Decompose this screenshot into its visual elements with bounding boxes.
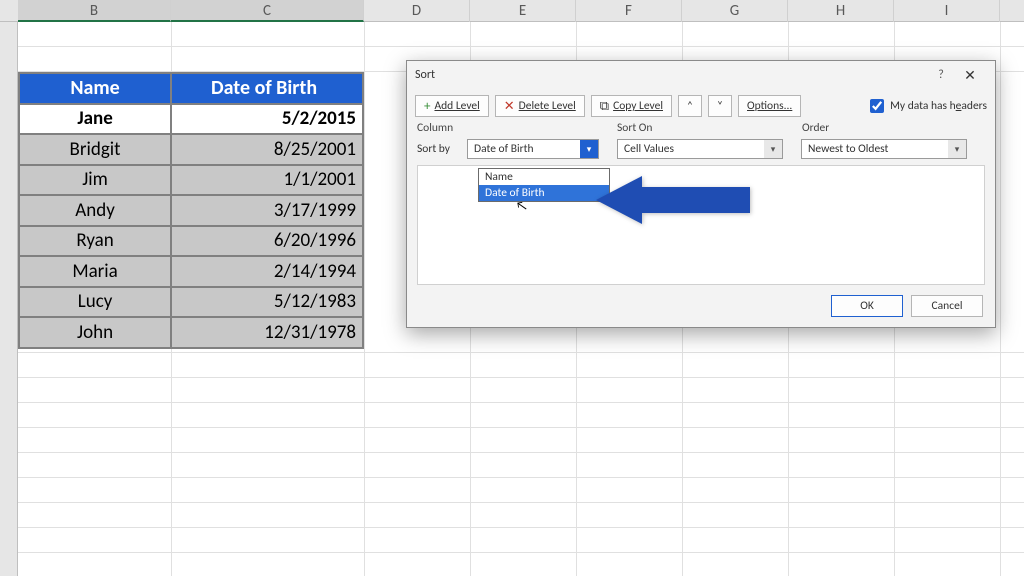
- table-row[interactable]: Lucy 5/12/1983: [19, 287, 363, 318]
- sort-on-value: Cell Values: [624, 142, 674, 156]
- options-button[interactable]: Options...: [738, 95, 801, 117]
- cell-dob[interactable]: 6/20/1996: [171, 226, 363, 257]
- dropdown-item-dob[interactable]: Date of Birth: [479, 185, 609, 201]
- dialog-buttons: OK Cancel: [831, 295, 983, 317]
- table-row[interactable]: Jim 1/1/2001: [19, 165, 363, 196]
- table-row[interactable]: Andy 3/17/1999: [19, 195, 363, 226]
- has-headers-checkbox[interactable]: My data has headers: [870, 99, 987, 113]
- sort-order-value: Newest to Oldest: [808, 142, 888, 156]
- move-down-button[interactable]: ˅: [708, 95, 732, 117]
- plus-icon: +: [424, 100, 430, 113]
- table-row[interactable]: Bridgit 8/25/2001: [19, 134, 363, 165]
- cell-dob[interactable]: 1/1/2001: [171, 165, 363, 196]
- dialog-titlebar[interactable]: Sort ? ✕: [407, 61, 995, 89]
- col-header-E[interactable]: E: [470, 0, 576, 22]
- cell-dob[interactable]: 5/2/2015: [171, 104, 363, 135]
- add-level-button[interactable]: + Add Level: [415, 95, 489, 117]
- dropdown-item-name[interactable]: Name: [479, 169, 609, 185]
- ok-button[interactable]: OK: [831, 295, 903, 317]
- add-level-label: Add Level: [434, 99, 479, 113]
- dialog-title: Sort: [415, 68, 929, 82]
- help-icon[interactable]: ?: [929, 68, 953, 82]
- chevron-down-icon: ▾: [948, 140, 966, 158]
- cell-name[interactable]: John: [19, 317, 171, 348]
- col-header-I[interactable]: I: [894, 0, 1000, 22]
- x-icon: ✕: [504, 100, 515, 113]
- copy-level-button[interactable]: ⧉ Copy Level: [591, 95, 672, 117]
- header-order: Order: [802, 121, 985, 135]
- sort-by-label: Sort by: [417, 142, 467, 156]
- sort-rule-row: Sort by Date of Birth ▾ Cell Values ▾ Ne…: [407, 135, 995, 163]
- table-row[interactable]: John 12/31/1978: [19, 317, 363, 348]
- sort-on-combo[interactable]: Cell Values ▾: [617, 139, 783, 159]
- cell-name[interactable]: Maria: [19, 256, 171, 287]
- cell-name[interactable]: Jim: [19, 165, 171, 196]
- col-header-B[interactable]: B: [18, 0, 171, 22]
- delete-level-label: Delete Level: [519, 99, 576, 113]
- header-sorton: Sort On: [617, 121, 802, 135]
- header-name: Name: [19, 73, 171, 104]
- dialog-toolbar: + Add Level ✕ Delete Level ⧉ Copy Level …: [407, 89, 995, 121]
- col-header-F[interactable]: F: [576, 0, 682, 22]
- cell-name[interactable]: Ryan: [19, 226, 171, 257]
- cell-dob[interactable]: 5/12/1983: [171, 287, 363, 318]
- sort-order-combo[interactable]: Newest to Oldest ▾: [801, 139, 967, 159]
- cancel-button[interactable]: Cancel: [911, 295, 983, 317]
- has-headers-label: My data has headers: [890, 99, 987, 113]
- header-dob: Date of Birth: [171, 73, 363, 104]
- col-header-H[interactable]: H: [788, 0, 894, 22]
- chevron-up-icon: ˄: [687, 99, 693, 113]
- table-row[interactable]: Maria 2/14/1994: [19, 256, 363, 287]
- sort-column-dropdown[interactable]: Name Date of Birth: [478, 168, 610, 202]
- options-label: Options...: [747, 99, 792, 113]
- sort-column-value: Date of Birth: [474, 142, 534, 156]
- cell-dob[interactable]: 8/25/2001: [171, 134, 363, 165]
- cell-name[interactable]: Jane: [19, 104, 171, 135]
- row-header-gutter: [0, 22, 18, 576]
- chevron-down-icon: ▾: [580, 140, 598, 158]
- copy-level-label: Copy Level: [613, 99, 663, 113]
- sort-column-combo[interactable]: Date of Birth ▾: [467, 139, 599, 159]
- col-header-G[interactable]: G: [682, 0, 788, 22]
- data-table: Name Date of Birth Jane 5/2/2015 Bridgit…: [18, 72, 364, 349]
- annotation-arrow-icon: [596, 176, 750, 224]
- delete-level-button[interactable]: ✕ Delete Level: [495, 95, 585, 117]
- col-header-C[interactable]: C: [171, 0, 364, 22]
- cell-name[interactable]: Andy: [19, 195, 171, 226]
- sort-columns-header: Column Sort On Order: [407, 121, 995, 135]
- cell-dob[interactable]: 12/31/1978: [171, 317, 363, 348]
- chevron-down-icon: ▾: [764, 140, 782, 158]
- copy-icon: ⧉: [600, 100, 609, 113]
- cell-name[interactable]: Lucy: [19, 287, 171, 318]
- column-header-row: B C D E F G H I: [0, 0, 1024, 22]
- cursor-icon: ↖: [515, 198, 529, 215]
- move-up-button[interactable]: ˄: [678, 95, 702, 117]
- table-header-row: Name Date of Birth: [19, 73, 363, 104]
- cell-dob[interactable]: 3/17/1999: [171, 195, 363, 226]
- header-column: Column: [417, 121, 617, 135]
- cell-name[interactable]: Bridgit: [19, 134, 171, 165]
- cell-dob[interactable]: 2/14/1994: [171, 256, 363, 287]
- chevron-down-icon: ˅: [717, 99, 723, 113]
- table-row[interactable]: Ryan 6/20/1996: [19, 226, 363, 257]
- close-icon[interactable]: ✕: [953, 67, 987, 84]
- table-row[interactable]: Jane 5/2/2015: [19, 104, 363, 135]
- has-headers-input[interactable]: [870, 99, 884, 113]
- col-header-D[interactable]: D: [364, 0, 470, 22]
